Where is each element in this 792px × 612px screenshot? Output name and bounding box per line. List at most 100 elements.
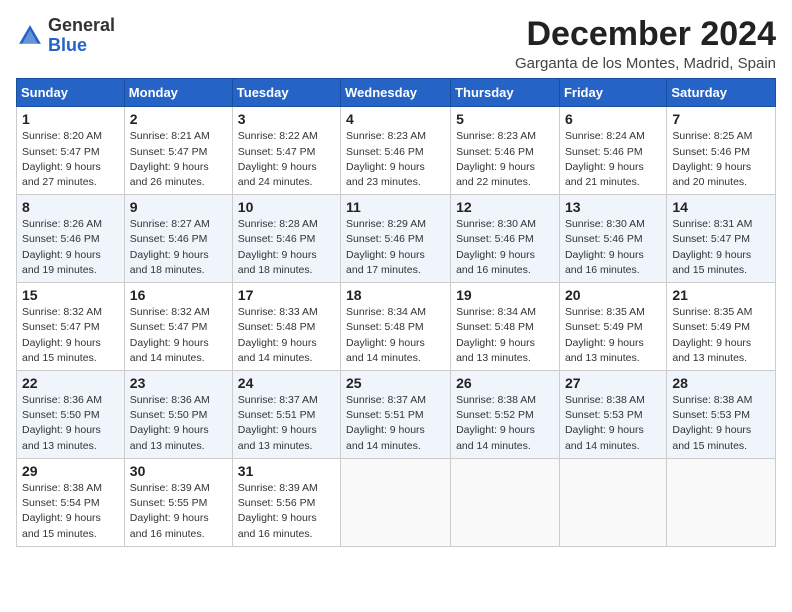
calendar-cell: 21Sunrise: 8:35 AMSunset: 5:49 PMDayligh… — [667, 283, 776, 371]
day-number: 7 — [672, 111, 770, 127]
calendar-cell: 5 Sunrise: 8:23 AMSunset: 5:46 PMDaylight… — [451, 107, 560, 195]
day-info: Sunrise: 8:28 AMSunset: 5:46 PMDaylight:… — [238, 217, 335, 278]
calendar-week-1: 1Sunrise: 8:20 AMSunset: 5:47 PMDaylight… — [17, 107, 776, 195]
calendar-cell: 22 Sunrise: 8:36 AMSunset: 5:50 PMDayligh… — [17, 371, 125, 459]
col-header-monday: Monday — [124, 79, 232, 107]
day-info: Sunrise: 8:33 AMSunset: 5:48 PMDaylight:… — [238, 305, 335, 366]
calendar-cell: 10 Sunrise: 8:28 AMSunset: 5:46 PMDayligh… — [232, 195, 340, 283]
day-number: 30 — [130, 463, 227, 479]
month-title: December 2024 — [515, 16, 776, 53]
day-info: Sunrise: 8:35 AMSunset: 5:49 PMDaylight:… — [565, 305, 661, 366]
calendar-cell: 8Sunrise: 8:26 AMSunset: 5:46 PMDaylight… — [17, 195, 125, 283]
day-number: 28 — [672, 375, 770, 391]
calendar-cell: 17 Sunrise: 8:33 AMSunset: 5:48 PMDayligh… — [232, 283, 340, 371]
day-number: 23 — [130, 375, 227, 391]
calendar-cell: 20Sunrise: 8:35 AMSunset: 5:49 PMDayligh… — [559, 283, 666, 371]
calendar-cell: 4 Sunrise: 8:23 AMSunset: 5:46 PMDaylight… — [341, 107, 451, 195]
day-info: Sunrise: 8:30 AMSunset: 5:46 PMDaylight:… — [456, 217, 554, 278]
calendar-cell: 26Sunrise: 8:38 AMSunset: 5:52 PMDayligh… — [451, 371, 560, 459]
calendar-cell: 1Sunrise: 8:20 AMSunset: 5:47 PMDaylight… — [17, 107, 125, 195]
day-info: Sunrise: 8:22 AMSunset: 5:47 PMDaylight:… — [238, 129, 335, 190]
calendar-cell: 24Sunrise: 8:37 AMSunset: 5:51 PMDayligh… — [232, 371, 340, 459]
day-number: 6 — [565, 111, 661, 127]
title-block: December 2024 Garganta de los Montes, Ma… — [515, 16, 776, 72]
calendar-cell — [667, 458, 776, 546]
day-info: Sunrise: 8:32 AMSunset: 5:47 PMDaylight:… — [22, 305, 119, 366]
day-number: 11 — [346, 199, 445, 215]
calendar-cell: 27 Sunrise: 8:38 AMSunset: 5:53 PMDayligh… — [559, 371, 666, 459]
calendar-cell: 28 Sunrise: 8:38 AMSunset: 5:53 PMDayligh… — [667, 371, 776, 459]
day-number: 18 — [346, 287, 445, 303]
calendar-cell: 2 Sunrise: 8:21 AMSunset: 5:47 PMDaylight… — [124, 107, 232, 195]
logo-icon — [16, 22, 44, 50]
day-number: 22 — [22, 375, 119, 391]
day-info: Sunrise: 8:24 AMSunset: 5:46 PMDaylight:… — [565, 129, 661, 190]
day-info: Sunrise: 8:26 AMSunset: 5:46 PMDaylight:… — [22, 217, 119, 278]
day-info: Sunrise: 8:39 AMSunset: 5:56 PMDaylight:… — [238, 481, 335, 542]
day-number: 10 — [238, 199, 335, 215]
day-info: Sunrise: 8:38 AMSunset: 5:52 PMDaylight:… — [456, 393, 554, 454]
day-number: 19 — [456, 287, 554, 303]
day-info: Sunrise: 8:35 AMSunset: 5:49 PMDaylight:… — [672, 305, 770, 366]
calendar-cell: 19 Sunrise: 8:34 AMSunset: 5:48 PMDayligh… — [451, 283, 560, 371]
day-number: 5 — [456, 111, 554, 127]
col-header-thursday: Thursday — [451, 79, 560, 107]
calendar-cell: 7 Sunrise: 8:25 AMSunset: 5:46 PMDaylight… — [667, 107, 776, 195]
calendar-week-4: 22 Sunrise: 8:36 AMSunset: 5:50 PMDayligh… — [17, 371, 776, 459]
calendar-cell: 11 Sunrise: 8:29 AMSunset: 5:46 PMDayligh… — [341, 195, 451, 283]
calendar-cell — [559, 458, 666, 546]
calendar-cell: 6 Sunrise: 8:24 AMSunset: 5:46 PMDaylight… — [559, 107, 666, 195]
day-info: Sunrise: 8:27 AMSunset: 5:46 PMDaylight:… — [130, 217, 227, 278]
day-number: 13 — [565, 199, 661, 215]
calendar-cell: 30 Sunrise: 8:39 AMSunset: 5:55 PMDayligh… — [124, 458, 232, 546]
day-info: Sunrise: 8:39 AMSunset: 5:55 PMDaylight:… — [130, 481, 227, 542]
calendar-cell — [341, 458, 451, 546]
day-info: Sunrise: 8:38 AMSunset: 5:53 PMDaylight:… — [672, 393, 770, 454]
day-number: 29 — [22, 463, 119, 479]
day-number: 15 — [22, 287, 119, 303]
day-info: Sunrise: 8:29 AMSunset: 5:46 PMDaylight:… — [346, 217, 445, 278]
day-info: Sunrise: 8:36 AMSunset: 5:50 PMDaylight:… — [130, 393, 227, 454]
calendar-cell: 25 Sunrise: 8:37 AMSunset: 5:51 PMDayligh… — [341, 371, 451, 459]
day-number: 14 — [672, 199, 770, 215]
calendar-header: SundayMondayTuesdayWednesdayThursdayFrid… — [17, 79, 776, 107]
calendar-cell: 12 Sunrise: 8:30 AMSunset: 5:46 PMDayligh… — [451, 195, 560, 283]
day-number: 2 — [130, 111, 227, 127]
calendar-cell: 18 Sunrise: 8:34 AMSunset: 5:48 PMDayligh… — [341, 283, 451, 371]
day-info: Sunrise: 8:32 AMSunset: 5:47 PMDaylight:… — [130, 305, 227, 366]
day-info: Sunrise: 8:37 AMSunset: 5:51 PMDaylight:… — [238, 393, 335, 454]
day-info: Sunrise: 8:34 AMSunset: 5:48 PMDaylight:… — [456, 305, 554, 366]
col-header-friday: Friday — [559, 79, 666, 107]
day-info: Sunrise: 8:23 AMSunset: 5:46 PMDaylight:… — [456, 129, 554, 190]
day-info: Sunrise: 8:25 AMSunset: 5:46 PMDaylight:… — [672, 129, 770, 190]
day-number: 17 — [238, 287, 335, 303]
logo: General Blue — [16, 16, 115, 56]
day-number: 31 — [238, 463, 335, 479]
day-number: 16 — [130, 287, 227, 303]
calendar-cell: 9 Sunrise: 8:27 AMSunset: 5:46 PMDaylight… — [124, 195, 232, 283]
day-number: 12 — [456, 199, 554, 215]
day-info: Sunrise: 8:23 AMSunset: 5:46 PMDaylight:… — [346, 129, 445, 190]
day-number: 4 — [346, 111, 445, 127]
col-header-wednesday: Wednesday — [341, 79, 451, 107]
day-info: Sunrise: 8:34 AMSunset: 5:48 PMDaylight:… — [346, 305, 445, 366]
day-info: Sunrise: 8:36 AMSunset: 5:50 PMDaylight:… — [22, 393, 119, 454]
calendar-cell: 29 Sunrise: 8:38 AMSunset: 5:54 PMDayligh… — [17, 458, 125, 546]
day-number: 9 — [130, 199, 227, 215]
calendar-cell: 13 Sunrise: 8:30 AMSunset: 5:46 PMDayligh… — [559, 195, 666, 283]
day-info: Sunrise: 8:37 AMSunset: 5:51 PMDaylight:… — [346, 393, 445, 454]
day-info: Sunrise: 8:30 AMSunset: 5:46 PMDaylight:… — [565, 217, 661, 278]
calendar-cell: 3Sunrise: 8:22 AMSunset: 5:47 PMDaylight… — [232, 107, 340, 195]
day-number: 1 — [22, 111, 119, 127]
header-row: SundayMondayTuesdayWednesdayThursdayFrid… — [17, 79, 776, 107]
day-info: Sunrise: 8:38 AMSunset: 5:54 PMDaylight:… — [22, 481, 119, 542]
calendar-cell: 15 Sunrise: 8:32 AMSunset: 5:47 PMDayligh… — [17, 283, 125, 371]
page-header: General Blue December 2024 Garganta de l… — [16, 16, 776, 72]
calendar-cell: 14 Sunrise: 8:31 AMSunset: 5:47 PMDayligh… — [667, 195, 776, 283]
calendar-cell: 23 Sunrise: 8:36 AMSunset: 5:50 PMDayligh… — [124, 371, 232, 459]
day-info: Sunrise: 8:21 AMSunset: 5:47 PMDaylight:… — [130, 129, 227, 190]
day-number: 25 — [346, 375, 445, 391]
day-number: 27 — [565, 375, 661, 391]
day-info: Sunrise: 8:31 AMSunset: 5:47 PMDaylight:… — [672, 217, 770, 278]
day-info: Sunrise: 8:38 AMSunset: 5:53 PMDaylight:… — [565, 393, 661, 454]
